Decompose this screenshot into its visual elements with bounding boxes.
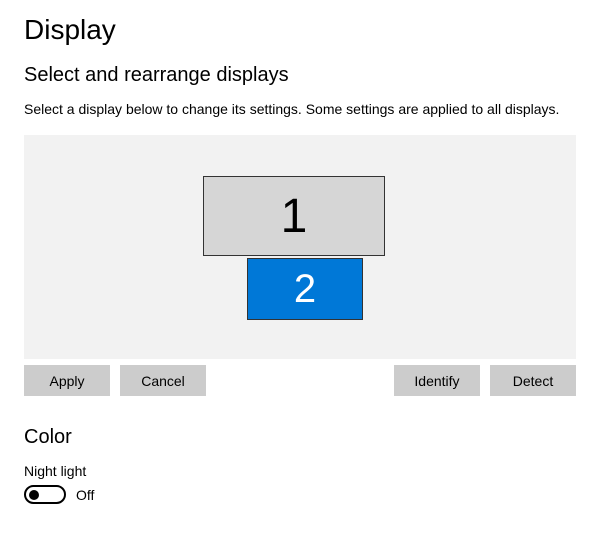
toggle-knob-icon — [29, 490, 39, 500]
night-light-state: Off — [76, 487, 94, 503]
apply-button[interactable]: Apply — [24, 365, 110, 396]
button-spacer — [216, 365, 384, 396]
detect-button[interactable]: Detect — [490, 365, 576, 396]
night-light-toggle[interactable] — [24, 485, 66, 504]
page-title: Display — [24, 14, 576, 46]
section-color-title: Color — [24, 426, 576, 449]
section-rearrange-title: Select and rearrange displays — [24, 64, 576, 87]
rearrange-description: Select a display below to change its set… — [24, 101, 576, 117]
arrangement-button-row: Apply Cancel Identify Detect — [24, 365, 576, 396]
cancel-button[interactable]: Cancel — [120, 365, 206, 396]
identify-button[interactable]: Identify — [394, 365, 480, 396]
display-monitor-2[interactable]: 2 — [247, 258, 363, 320]
night-light-label: Night light — [24, 463, 576, 479]
display-monitor-1[interactable]: 1 — [203, 176, 385, 256]
display-arrangement-panel[interactable]: 1 2 — [24, 135, 576, 359]
